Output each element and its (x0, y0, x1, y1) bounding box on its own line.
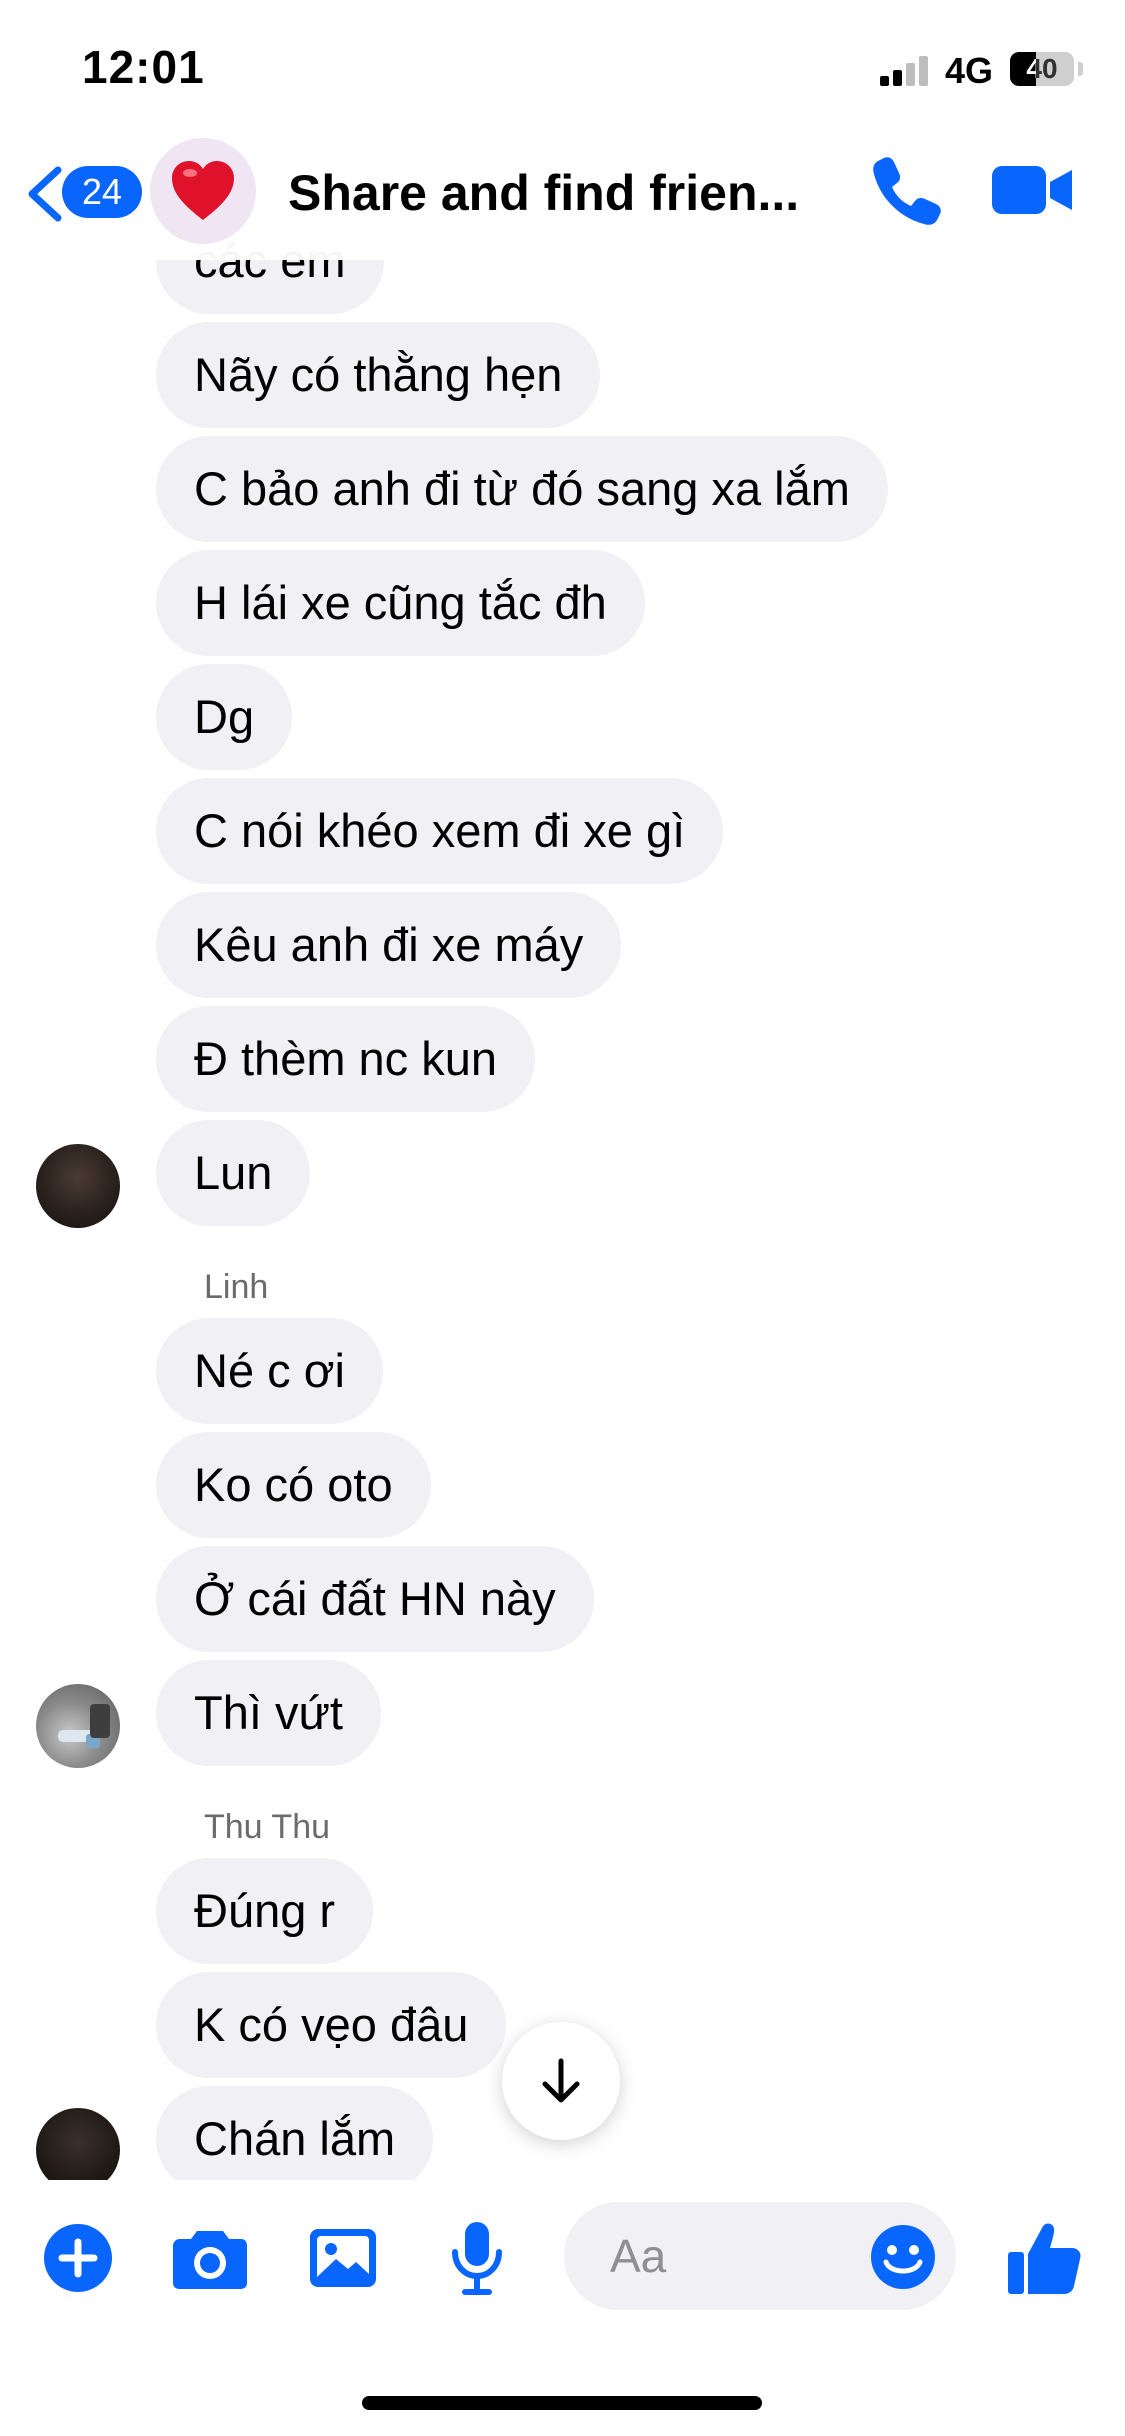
chevron-left-icon (28, 166, 62, 222)
sender-avatar[interactable] (36, 1144, 120, 1228)
sender-avatar[interactable] (36, 2108, 120, 2180)
heart-icon (172, 161, 234, 220)
sender-name: Thu Thu (204, 1808, 331, 1846)
add-button[interactable] (38, 2218, 118, 2298)
message-bubble[interactable]: Lun (156, 1120, 311, 1226)
sender-avatar[interactable] (36, 1684, 120, 1768)
message-input-placeholder: Aa (610, 2230, 667, 2282)
message-bubble[interactable]: Thì vứt (156, 1660, 381, 1766)
unread-count-badge: 24 (62, 166, 142, 218)
emoji-icon[interactable] (870, 2224, 936, 2290)
chat-header: 24 Share and find frien... (0, 130, 1125, 260)
message-bubble[interactable]: Ở cái đất HN này (156, 1546, 594, 1652)
battery-tip (1078, 62, 1083, 76)
clock: 12:01 (82, 41, 205, 93)
back-button[interactable]: 24 (22, 158, 142, 228)
message-bubble[interactable]: Kêu anh đi xe máy (156, 892, 622, 998)
gallery-button[interactable] (303, 2218, 383, 2298)
battery-level: 40 (1026, 53, 1058, 84)
scroll-down-button[interactable] (502, 2022, 620, 2140)
home-indicator (362, 2396, 762, 2410)
camera-button[interactable] (170, 2218, 250, 2298)
message-bubble[interactable]: K có vẹo đâu (156, 1972, 507, 2078)
status-bar: 12:01 4G 40 (0, 0, 1125, 140)
battery-icon: 40 (1010, 52, 1074, 86)
avatar-photo (58, 1704, 110, 1748)
signal-icon (880, 56, 928, 86)
message-bubble[interactable]: Dg (156, 664, 293, 770)
phone-call-icon[interactable] (866, 150, 942, 226)
microphone-icon (452, 2222, 502, 2295)
image-icon (310, 2229, 376, 2287)
sender-name: Linh (204, 1268, 269, 1306)
thumbs-up-icon (1008, 2223, 1081, 2294)
camera-icon (173, 2231, 247, 2289)
conversation-title[interactable]: Share and find frien... (288, 158, 808, 228)
message-bubble[interactable]: Chán lắm (156, 2086, 434, 2180)
message-bubble[interactable]: C bảo anh đi từ đó sang xa lắm (156, 436, 888, 542)
message-input[interactable]: Aa (564, 2202, 956, 2310)
group-avatar[interactable] (150, 138, 256, 244)
arrow-down-icon (542, 2058, 580, 2103)
message-bubble[interactable]: Đúng r (156, 1858, 374, 1964)
message-bubble[interactable]: C nói khéo xem đi xe gì (156, 778, 724, 884)
voice-button[interactable] (437, 2218, 517, 2298)
network-type: 4G (945, 50, 994, 91)
message-bubble[interactable]: Né c ơi (156, 1318, 383, 1424)
message-bubble[interactable]: Ko có oto (156, 1432, 431, 1538)
like-button[interactable] (1004, 2218, 1084, 2298)
message-bubble[interactable]: Nãy có thằng hẹn (156, 322, 601, 428)
plus-icon (44, 2224, 112, 2292)
message-bubble[interactable]: H lái xe cũng tắc đh (156, 550, 645, 656)
message-bubble[interactable]: Đ thèm nc kun (156, 1006, 536, 1112)
message-list[interactable]: các em Nãy có thằng hẹn C bảo anh đi từ … (0, 0, 1125, 2180)
video-call-icon[interactable] (992, 160, 1074, 220)
